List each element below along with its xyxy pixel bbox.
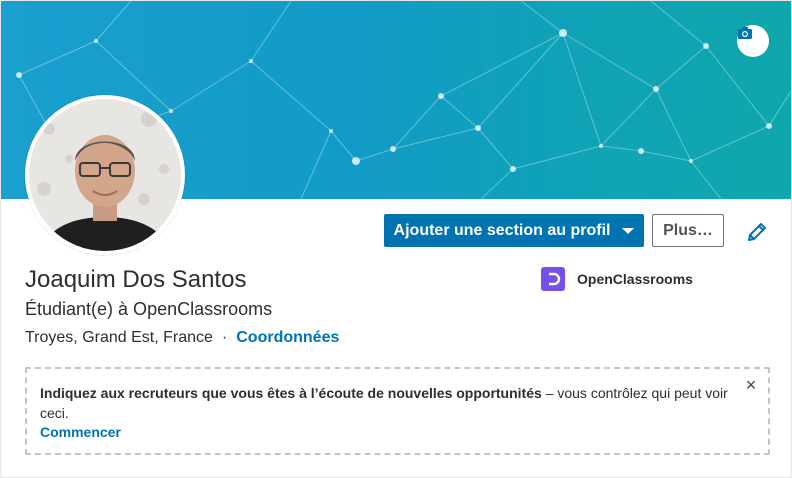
avatar-image [29, 99, 181, 251]
notice-text: Indiquez aux recruteurs que vous êtes à … [40, 383, 740, 423]
openclassrooms-logo-icon [541, 267, 565, 291]
add-profile-section-label: Ajouter une section au profil [393, 221, 611, 239]
edit-banner-button[interactable] [737, 25, 769, 57]
edit-profile-button[interactable] [745, 220, 769, 244]
location-line: Troyes, Grand Est, France · Coordonnées [25, 329, 339, 347]
close-icon[interactable]: × [743, 376, 759, 394]
notice-start-link[interactable]: Commencer [40, 424, 121, 440]
more-button[interactable]: Plus… [652, 214, 724, 247]
notice-bold-text: Indiquez aux recruteurs que vous êtes à … [40, 385, 542, 401]
organization-link[interactable]: OpenClassrooms [541, 267, 693, 291]
profile-photo[interactable] [25, 95, 185, 255]
organization-name: OpenClassrooms [577, 271, 693, 287]
more-button-label: Plus… [663, 221, 713, 239]
profile-card: Ajouter une section au profil Plus… Joaq… [0, 0, 792, 478]
open-to-work-notice: Indiquez aux recruteurs que vous êtes à … [25, 367, 770, 455]
pencil-icon [745, 223, 769, 248]
profile-name: Joaquim Dos Santos [25, 266, 247, 293]
caret-down-icon [622, 227, 635, 234]
separator-dot: · [221, 329, 228, 346]
profile-location: Troyes, Grand Est, France [25, 329, 213, 346]
add-profile-section-button[interactable]: Ajouter une section au profil [384, 214, 644, 247]
profile-headline: Étudiant(e) à OpenClassrooms [25, 299, 273, 319]
contact-info-link[interactable]: Coordonnées [236, 329, 339, 347]
